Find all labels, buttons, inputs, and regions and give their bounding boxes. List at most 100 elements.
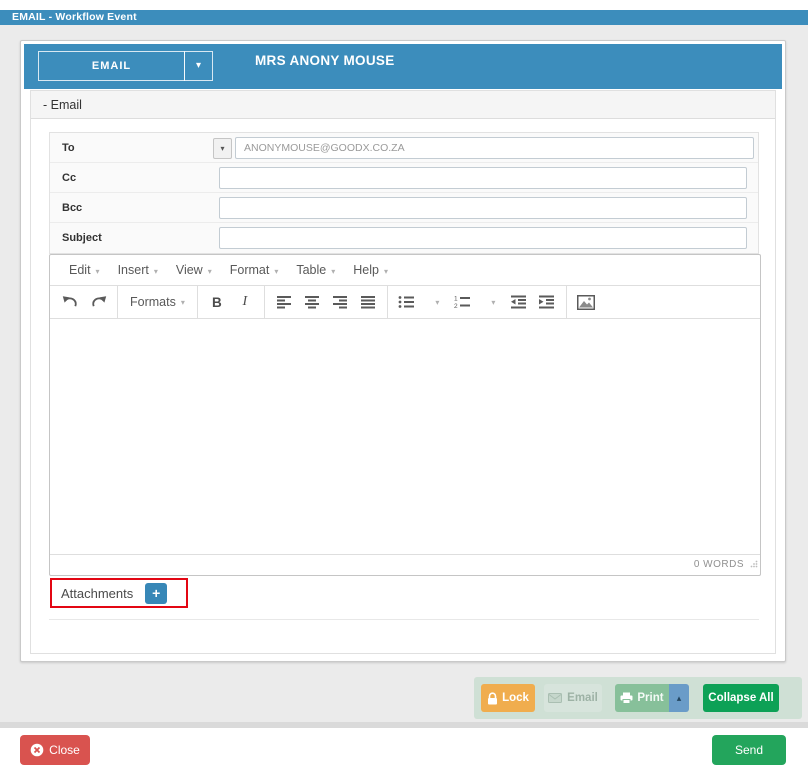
dialog-header: EMAIL ▾ MRS ANONY MOUSE (24, 44, 782, 89)
chevron-down-icon: ▾ (220, 144, 225, 153)
align-right-button[interactable] (327, 289, 353, 315)
bullet-list-button[interactable] (394, 289, 420, 315)
bullet-list-dropdown[interactable]: ▾ (422, 289, 448, 315)
subject-row: Subject (50, 223, 758, 253)
word-count: 0 WORDS (693, 559, 744, 570)
undo-icon (62, 295, 77, 307)
close-button[interactable]: Close (20, 735, 90, 765)
outdent-icon (511, 295, 527, 309)
menu-format[interactable]: Format ▾ (221, 263, 288, 277)
editor-menubar: Edit ▾ Insert ▾ View ▾ Format ▾ Table ▾ Help ▾ (50, 255, 760, 286)
chevron-down-icon: ▾ (180, 297, 185, 307)
bold-button[interactable]: B (204, 289, 230, 315)
window-title: EMAIL - Workflow Event (12, 11, 137, 23)
svg-text:1: 1 (454, 296, 458, 303)
rich-text-editor: Edit ▾ Insert ▾ View ▾ Format ▾ Table ▾ Help ▾ (49, 254, 761, 576)
bold-icon: B (211, 294, 222, 310)
to-input[interactable] (235, 137, 754, 159)
to-label: To (62, 142, 75, 154)
print-button[interactable]: Print (615, 684, 669, 712)
align-justify-button[interactable] (355, 289, 381, 315)
email-button-disabled[interactable]: Email (544, 684, 602, 712)
redo-icon (91, 295, 106, 307)
footer-bar: Close Send (0, 728, 808, 768)
event-type-dropdown-button[interactable]: ▾ (184, 51, 213, 81)
menu-insert[interactable]: Insert ▾ (109, 263, 167, 277)
resize-grip-icon[interactable] (750, 555, 758, 573)
subject-input[interactable] (219, 227, 747, 249)
image-icon (576, 294, 595, 310)
toolbar-separator (196, 285, 198, 319)
formats-dropdown[interactable]: Formats ▾ (123, 295, 192, 309)
divider (49, 619, 759, 620)
menu-help[interactable]: Help ▾ (344, 263, 397, 277)
svg-text:2: 2 (454, 303, 458, 309)
numbered-list-button[interactable]: 12 (450, 289, 476, 315)
collapse-all-button[interactable]: Collapse All (703, 684, 779, 712)
subject-label: Subject (62, 232, 102, 244)
italic-button[interactable]: I (232, 289, 258, 315)
align-justify-icon (360, 296, 375, 309)
to-address-dropdown-button[interactable]: ▾ (213, 138, 232, 159)
print-options-dropdown[interactable]: ▴ (669, 684, 689, 712)
numbered-list-dropdown[interactable]: ▾ (478, 289, 504, 315)
menu-edit[interactable]: Edit ▾ (60, 263, 109, 277)
menu-table[interactable]: Table ▾ (287, 263, 344, 277)
envelope-icon (548, 693, 563, 703)
insert-image-button[interactable] (573, 289, 599, 315)
indent-button[interactable] (534, 289, 560, 315)
align-left-button[interactable] (271, 289, 297, 315)
editor-body[interactable] (50, 319, 760, 554)
add-attachment-button[interactable]: + (145, 582, 168, 604)
event-type-button[interactable]: EMAIL (38, 51, 185, 81)
chevron-down-icon: ▾ (274, 267, 279, 276)
chevron-down-icon: ▾ (331, 267, 336, 276)
send-button[interactable]: Send (712, 735, 786, 765)
chevron-down-icon: ▾ (195, 60, 202, 71)
chevron-down-icon: ▾ (383, 267, 388, 276)
toolbar-separator (117, 285, 118, 319)
bullet-list-icon (398, 296, 415, 308)
lock-icon (488, 691, 498, 704)
to-row: To ▾ (50, 133, 758, 163)
chevron-up-icon: ▴ (676, 692, 682, 703)
email-section-header[interactable]: - Email (31, 91, 775, 119)
cc-label: Cc (62, 172, 77, 184)
editor-statusbar: 0 WORDS (50, 554, 760, 575)
indent-icon (539, 295, 555, 309)
bcc-input[interactable] (219, 197, 747, 219)
align-left-icon (276, 296, 291, 309)
align-right-icon (332, 296, 347, 309)
outdent-button[interactable] (506, 289, 532, 315)
chevron-down-icon: ▾ (435, 297, 440, 307)
numbered-list-icon: 12 (454, 296, 471, 309)
printer-icon (620, 692, 633, 704)
align-center-button[interactable] (299, 289, 325, 315)
toolbar-separator (565, 285, 567, 319)
chevron-down-icon: ▾ (153, 267, 158, 276)
print-button-group: Print ▴ (615, 684, 689, 712)
email-fields-table: To ▾ Cc Bcc Subject (49, 132, 759, 254)
attachments-label: Attachments (61, 585, 134, 601)
chevron-down-icon: ▾ (491, 297, 496, 307)
toolbar-separator (386, 285, 388, 319)
align-center-icon (304, 296, 319, 309)
top-strip (0, 0, 808, 10)
menu-view[interactable]: View ▾ (167, 263, 221, 277)
redo-button[interactable] (85, 289, 111, 315)
italic-icon: I (242, 294, 248, 309)
email-section: - Email To ▾ Cc Bcc Su (30, 90, 776, 654)
email-workflow-dialog: EMAIL - Workflow Event EMAIL ▾ MRS ANONY… (0, 0, 808, 768)
bottom-action-bar: Lock Email Print ▴ Collapse All (474, 677, 802, 719)
chevron-down-icon: ▾ (207, 267, 212, 276)
cc-row: Cc (50, 163, 758, 193)
lock-button[interactable]: Lock (481, 684, 535, 712)
editor-toolbar: Formats ▾ B I ▾ 1 2 ▾ (50, 285, 760, 319)
cc-input[interactable] (219, 167, 747, 189)
attachments-highlight-box: Attachments + (50, 578, 188, 608)
undo-button[interactable] (57, 289, 83, 315)
chevron-down-icon: ▾ (95, 267, 100, 276)
close-icon (30, 743, 44, 757)
dialog-panel: EMAIL ▾ MRS ANONY MOUSE - Email To ▾ Cc (20, 40, 786, 662)
bcc-row: Bcc (50, 193, 758, 223)
